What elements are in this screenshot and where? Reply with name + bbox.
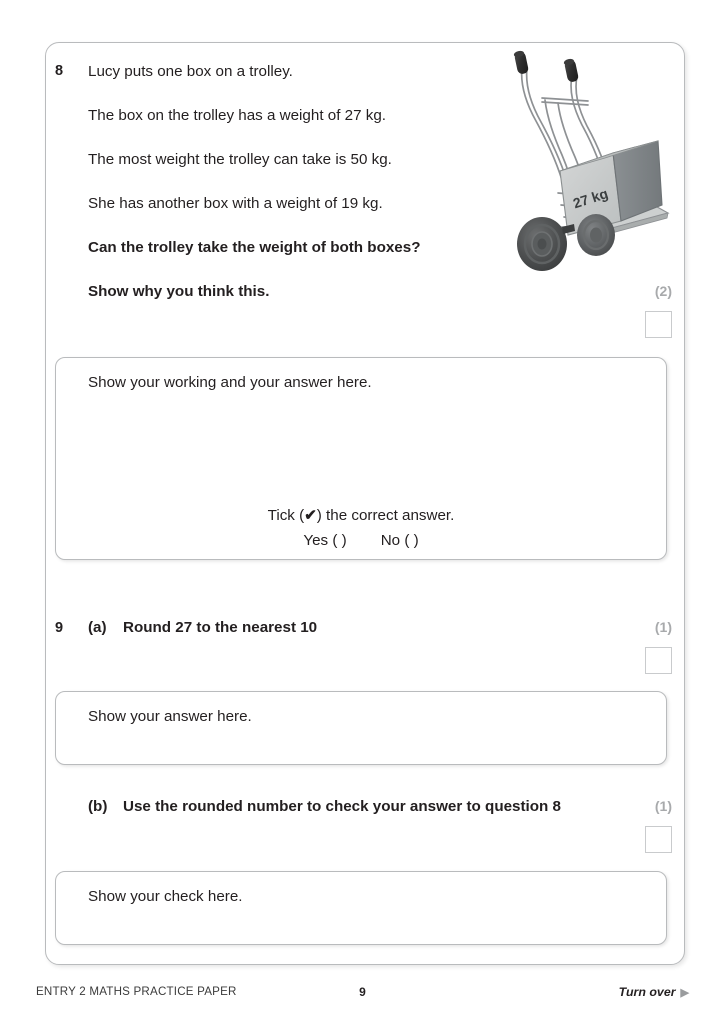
question-9a-answer-label: Show your answer here.: [88, 708, 252, 725]
triangle-right-icon: ▶: [680, 987, 689, 999]
question-8-line-2: The box on the trolley has a weight of 2…: [88, 107, 387, 124]
footer-turn-over: Turn over ▶: [619, 985, 689, 999]
question-9b-marks: (1): [654, 798, 672, 814]
question-8-mark-box[interactable]: [645, 311, 672, 338]
tick-icon: ✔: [304, 507, 317, 524]
question-8-number: 8: [55, 63, 64, 79]
hand-trolley-illustration: 27 kg: [500, 45, 690, 285]
footer-page-number: 9: [359, 985, 366, 999]
trolley-wheel-front: [517, 217, 567, 271]
question-9a-label: (a): [88, 619, 107, 636]
question-9a-mark-box[interactable]: [645, 647, 672, 674]
question-8-tick-instruction: Tick (✔) the correct answer.: [56, 506, 666, 524]
question-8-answer-box[interactable]: Show your working and your answer here. …: [55, 357, 667, 560]
question-9-number: 9: [55, 620, 64, 636]
question-8-line-4: She has another box with a weight of 19 …: [88, 195, 383, 212]
question-9b-answer-box[interactable]: Show your check here.: [55, 871, 667, 945]
question-9b-label: (b): [88, 798, 108, 815]
question-8-line-6: Show why you think this.: [88, 283, 270, 300]
question-8-line-5: Can the trolley take the weight of both …: [88, 239, 421, 256]
footer-turn-over-label: Turn over: [618, 985, 676, 999]
question-8-line-1: Lucy puts one box on a trolley.: [88, 63, 293, 80]
question-9b-mark-box[interactable]: [645, 826, 672, 853]
question-9a-answer-box[interactable]: Show your answer here.: [55, 691, 667, 765]
question-9a-marks: (1): [654, 619, 672, 635]
question-9b-text: Use the rounded number to check your ans…: [123, 798, 561, 815]
trolley-handle-grips: [513, 50, 579, 82]
question-9a-text: Round 27 to the nearest 10: [123, 619, 318, 636]
question-8-line-3: The most weight the trolley can take is …: [88, 151, 392, 168]
option-yes[interactable]: Yes ( ): [303, 532, 346, 549]
page-footer: ENTRY 2 MATHS PRACTICE PAPER 9 Turn over…: [36, 985, 689, 1005]
option-no[interactable]: No ( ): [381, 532, 419, 549]
tick-instruction-suffix: ) the correct answer.: [316, 507, 455, 524]
trolley-wheel-rear: [577, 214, 615, 256]
question-8-yesno-options: Yes ( ) No ( ): [56, 532, 666, 549]
question-8-marks: (2): [654, 283, 672, 299]
question-9b-answer-label: Show your check here.: [88, 888, 243, 905]
tick-instruction-prefix: Tick (: [267, 507, 305, 524]
question-8-answer-label: Show your working and your answer here.: [88, 374, 372, 391]
